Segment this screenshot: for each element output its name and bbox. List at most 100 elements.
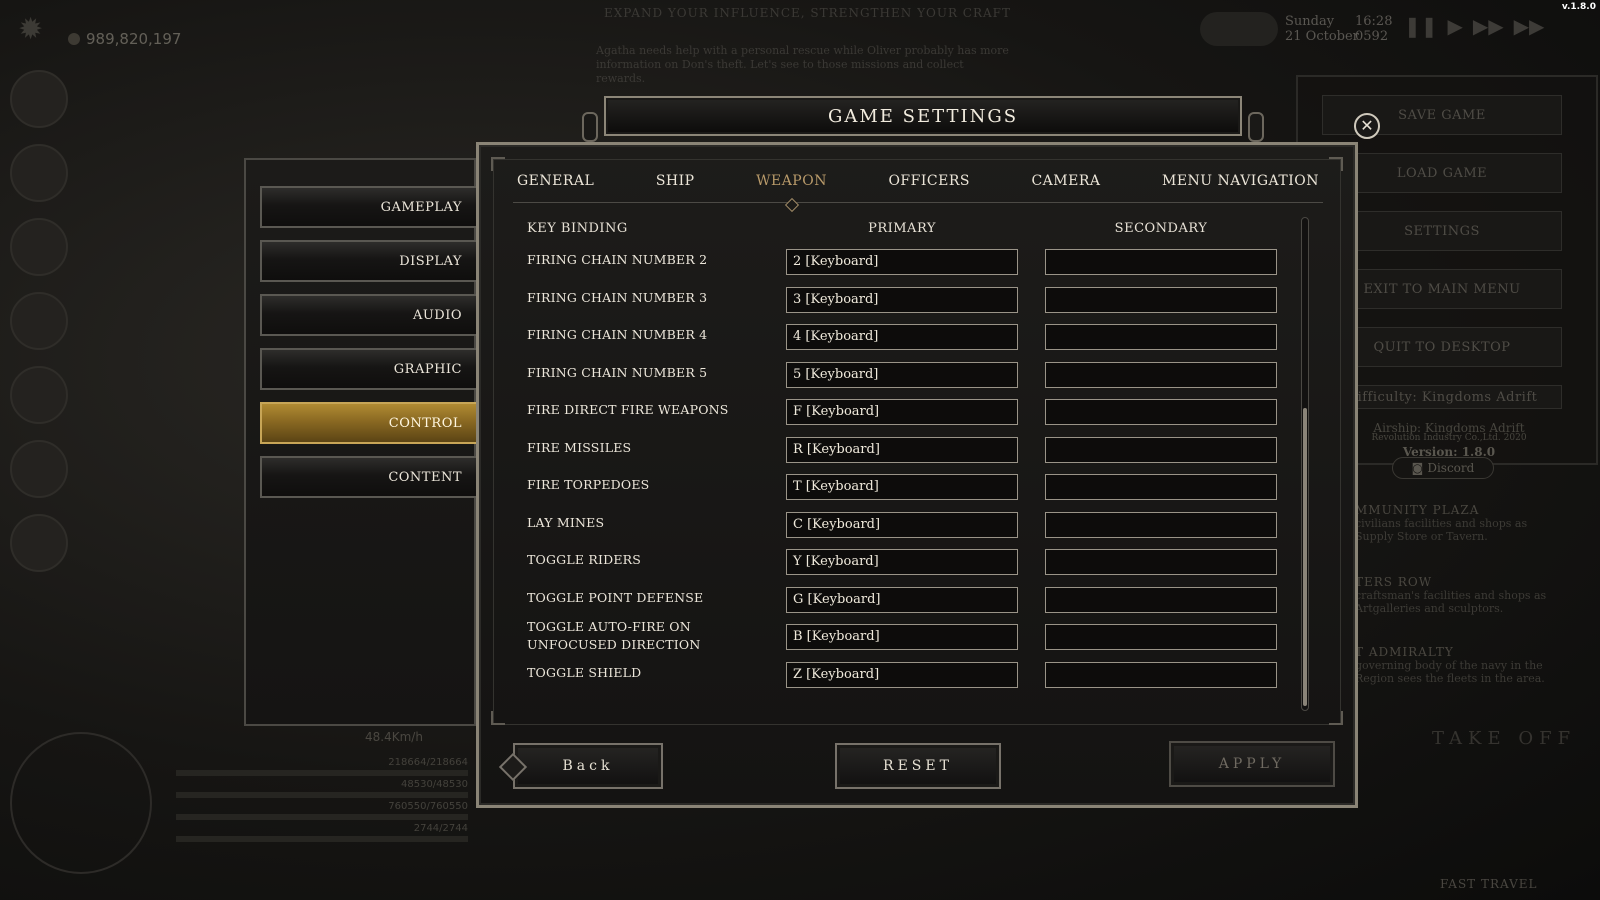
control-tabs: GENERAL SHIP WEAPON OFFICERS CAMERA MENU…	[513, 173, 1323, 213]
banner-ornament	[582, 112, 598, 142]
secondary-binding-field[interactable]	[1045, 474, 1277, 500]
location-note: TERS ROW craftsman's facilities and shop…	[1355, 576, 1555, 616]
primary-binding-field[interactable]: Y [Keyboard]	[786, 549, 1018, 575]
binding-action: FIRING CHAIN NUMBER 2	[527, 252, 708, 267]
secondary-binding-field[interactable]	[1045, 286, 1277, 313]
portrait-avatar[interactable]	[10, 292, 68, 350]
tab-label: GENERAL	[517, 173, 595, 189]
category-control[interactable]: CONTROL	[260, 402, 478, 444]
binding-action: FIRE MISSILES	[527, 439, 632, 455]
tab-ship[interactable]: SHIP	[652, 173, 699, 203]
binding-action: TOGGLE RIDERS	[527, 552, 642, 567]
frame-corner	[491, 711, 505, 725]
money-value: 989,820,197	[86, 30, 182, 48]
category-display[interactable]: DISPLAY	[260, 240, 478, 282]
note-heading: T ADMIRALTY	[1355, 645, 1454, 659]
date-label: 21 October	[1285, 29, 1359, 44]
primary-binding-field[interactable]: 2 [Keyboard]	[786, 249, 1018, 275]
discord-button[interactable]: ◙ Discord	[1392, 457, 1494, 479]
portrait-avatar[interactable]	[10, 218, 68, 276]
load-game-button[interactable]: LOAD GAME	[1322, 153, 1562, 193]
scrollbar-thumb[interactable]	[1303, 408, 1307, 706]
category-content[interactable]: CONTENT	[260, 456, 478, 498]
play-icon[interactable]: ▶	[1448, 14, 1463, 38]
secondary-binding-field[interactable]	[1045, 624, 1277, 650]
header-primary: PRIMARY	[868, 221, 936, 236]
secondary-binding-field[interactable]	[1045, 361, 1277, 388]
primary-binding-field[interactable]: G [Keyboard]	[786, 586, 1018, 613]
secondary-binding-field[interactable]	[1045, 249, 1277, 275]
reset-button[interactable]: RESET	[835, 743, 1001, 789]
tab-menu-navigation[interactable]: MENU NAVIGATION	[1158, 173, 1323, 203]
table-row: TOGGLE RIDERS Y [Keyboard]	[479, 549, 1355, 575]
pause-icon[interactable]: ❚❚	[1404, 14, 1438, 38]
settings-button[interactable]: SETTINGS	[1322, 211, 1562, 251]
fastest-forward-icon[interactable]: ▶▶	[1514, 14, 1545, 38]
table-row: LAY MINES C [Keyboard]	[479, 511, 1355, 538]
secondary-binding-field[interactable]	[1045, 436, 1277, 463]
primary-binding-field[interactable]: Z [Keyboard]	[786, 661, 1018, 688]
tab-officers[interactable]: OFFICERS	[884, 173, 974, 203]
portrait-avatar[interactable]	[10, 144, 68, 202]
fast-forward-icon[interactable]: ▶▶	[1473, 14, 1504, 38]
stat-bar: 2744/2744	[176, 823, 468, 842]
tab-general[interactable]: GENERAL	[513, 173, 598, 203]
portrait-avatar[interactable]	[10, 440, 68, 498]
quit-to-desktop-button[interactable]: QUIT TO DESKTOP	[1322, 327, 1562, 367]
primary-binding-field[interactable]: R [Keyboard]	[786, 436, 1018, 463]
category-gameplay[interactable]: GAMEPLAY	[260, 186, 478, 228]
stat-value: 48530/48530	[401, 779, 468, 790]
primary-binding-field[interactable]: 3 [Keyboard]	[786, 286, 1018, 313]
primary-binding-field[interactable]: C [Keyboard]	[786, 511, 1018, 538]
binding-action: FIRE DIRECT FIRE WEAPONS	[527, 402, 729, 417]
primary-binding-field[interactable]: 4 [Keyboard]	[786, 324, 1018, 350]
close-icon[interactable]: ✕	[1354, 113, 1380, 139]
fast-travel-button[interactable]: FAST TRAVEL	[1440, 877, 1538, 891]
primary-binding-field[interactable]: B [Keyboard]	[786, 624, 1018, 650]
binding-action: FIRING CHAIN NUMBER 5	[527, 364, 708, 380]
note-text: craftsman's facilities and shops as Artg…	[1355, 589, 1547, 615]
exit-to-main-menu-button[interactable]: EXIT TO MAIN MENU	[1322, 269, 1562, 309]
discord-label: Discord	[1427, 461, 1475, 475]
category-audio[interactable]: AUDIO	[260, 294, 478, 336]
table-row: FIRING CHAIN NUMBER 5 5 [Keyboard]	[479, 361, 1355, 388]
header-key-binding: KEY BINDING	[527, 221, 628, 236]
secondary-binding-field[interactable]	[1045, 549, 1277, 575]
apply-button[interactable]: APPLY	[1169, 741, 1335, 787]
tab-label: MENU NAVIGATION	[1161, 173, 1319, 189]
secondary-binding-field[interactable]	[1045, 399, 1277, 425]
header-secondary: SECONDARY	[1114, 221, 1208, 236]
stat-value: 218664/218664	[388, 757, 468, 768]
tab-camera[interactable]: CAMERA	[1027, 173, 1104, 203]
year-label: 0592	[1355, 29, 1389, 44]
table-row: FIRE DIRECT FIRE WEAPONS F [Keyboard]	[479, 399, 1355, 425]
location-note: T ADMIRALTY governing body of the navy i…	[1355, 645, 1555, 686]
bindings-header: KEY BINDING PRIMARY SECONDARY	[479, 221, 1355, 241]
quest-text: Agatha needs help with a personal rescue…	[596, 44, 1009, 85]
primary-binding-field[interactable]: F [Keyboard]	[786, 399, 1018, 425]
secondary-binding-field[interactable]	[1045, 324, 1277, 350]
secondary-binding-field[interactable]	[1045, 511, 1277, 538]
portrait-avatar[interactable]	[10, 514, 68, 572]
primary-binding-field[interactable]: T [Keyboard]	[786, 474, 1018, 500]
quest-title: EXPAND YOUR INFLUENCE, STRENGTHEN YOUR C…	[604, 6, 1012, 20]
tab-label: SHIP	[655, 173, 695, 189]
primary-binding-field[interactable]: 5 [Keyboard]	[786, 361, 1018, 388]
tab-weapon[interactable]: WEAPON	[752, 173, 831, 213]
bindings-scrollbar[interactable]	[1301, 217, 1309, 711]
portrait-avatar[interactable]	[10, 366, 68, 424]
table-row: FIRING CHAIN NUMBER 4 4 [Keyboard]	[479, 324, 1355, 350]
portrait-avatar[interactable]	[10, 70, 68, 128]
stat-value: 760550/760550	[388, 801, 468, 812]
category-graphic[interactable]: GRAPHIC	[260, 348, 478, 390]
date-display: Sunday 21 October	[1285, 14, 1359, 44]
ship-stat-bars: 218664/218664 48530/48530 760550/760550 …	[176, 757, 468, 858]
binding-action: FIRE TORPEDOES	[527, 477, 650, 492]
secondary-binding-field[interactable]	[1045, 586, 1277, 613]
discord-icon: ◙	[1411, 461, 1424, 475]
version-label: v.1.8.0	[1561, 2, 1596, 12]
difficulty-label: Difficulty: Kingdoms Adrift	[1322, 385, 1562, 409]
secondary-binding-field[interactable]	[1045, 661, 1277, 688]
back-button[interactable]: Back	[498, 743, 663, 789]
table-row: TOGGLE SHIELD Z [Keyboard]	[479, 661, 1355, 688]
